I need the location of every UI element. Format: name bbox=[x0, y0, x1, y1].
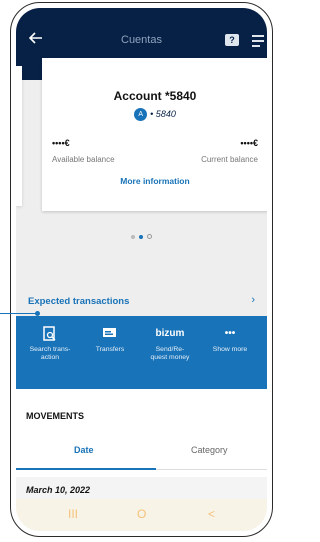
quick-actions-bar: Search trans- action Transfers bizum Sen… bbox=[16, 316, 267, 389]
more-icon: ••• bbox=[224, 328, 236, 339]
menu-icon[interactable] bbox=[252, 35, 264, 50]
available-balance-label: Available balance bbox=[52, 155, 115, 164]
movements-title: MOVEMENTS bbox=[26, 411, 85, 421]
pager-dot-active[interactable] bbox=[139, 234, 143, 239]
recent-apps-icon[interactable]: III bbox=[68, 507, 78, 521]
show-more-label: Show more bbox=[212, 346, 248, 353]
search-transaction-label: Search trans- action bbox=[29, 346, 71, 361]
system-nav-bar: III O < bbox=[16, 499, 267, 531]
expected-transactions-label: Expected transactions bbox=[28, 296, 130, 307]
account-title: Account *5840 bbox=[113, 89, 197, 103]
pager-dot[interactable] bbox=[131, 234, 135, 239]
transfers-label: Transfers bbox=[95, 346, 125, 353]
more-information-link[interactable]: More information bbox=[42, 176, 267, 186]
available-balance-value: ••••€ bbox=[52, 138, 70, 148]
search-transaction-button[interactable]: Search trans- action bbox=[20, 326, 80, 362]
pager-dot[interactable] bbox=[147, 234, 152, 240]
bank-logo-icon: A bbox=[134, 108, 148, 121]
previous-card-edge[interactable] bbox=[16, 66, 22, 206]
expected-transactions-row[interactable]: Expected transactions › bbox=[16, 288, 267, 316]
carousel-pager bbox=[16, 228, 267, 246]
current-balance-label: Current balance bbox=[201, 155, 258, 164]
movements-tabs: Date Category bbox=[16, 433, 267, 470]
callout-dot bbox=[35, 311, 40, 316]
callout-line bbox=[0, 313, 38, 314]
tab-category[interactable]: Category bbox=[191, 445, 228, 455]
bizum-icon: bizum bbox=[155, 328, 185, 339]
current-balance-value: ••••€ bbox=[240, 138, 258, 148]
transfer-icon bbox=[80, 326, 140, 342]
account-card[interactable]: Account *5840 A • 5840 ••••€ ••••€ Availa… bbox=[42, 58, 267, 211]
search-icon bbox=[20, 326, 80, 342]
screen: Cuentas ? Account *5840 A • 5840 ••••€ ••… bbox=[16, 8, 267, 531]
date-group-label: March 10, 2022 bbox=[26, 485, 91, 495]
active-tab-indicator bbox=[16, 468, 156, 470]
chat-icon[interactable]: ? bbox=[225, 34, 239, 46]
send-request-money-label: Send/Re- quest money bbox=[150, 346, 190, 361]
tab-date[interactable]: Date bbox=[74, 445, 94, 455]
transfers-button[interactable]: Transfers bbox=[80, 326, 140, 354]
phone-frame: Cuentas ? Account *5840 A • 5840 ••••€ ••… bbox=[10, 2, 273, 537]
show-more-button[interactable]: ••• Show more bbox=[200, 326, 260, 354]
chevron-right-icon: › bbox=[251, 294, 255, 306]
back-icon[interactable]: < bbox=[208, 507, 215, 521]
home-icon[interactable]: O bbox=[137, 507, 146, 521]
send-request-money-button[interactable]: bizum Send/Re- quest money bbox=[140, 326, 200, 362]
account-number: A • 5840 bbox=[42, 108, 267, 121]
